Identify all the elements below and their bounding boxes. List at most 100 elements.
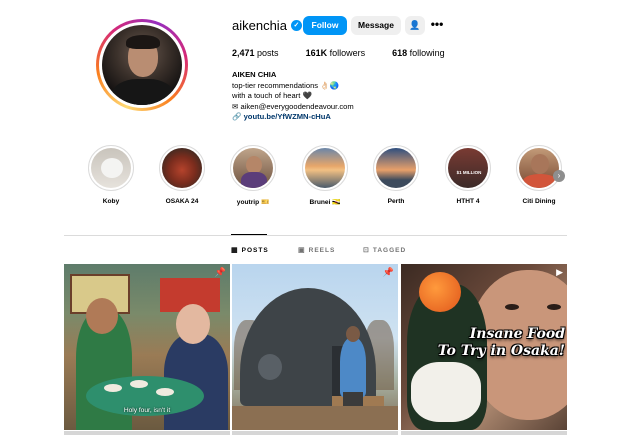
htht-cover-text: $1 MILLION bbox=[456, 170, 482, 175]
highlight-ring bbox=[159, 145, 205, 191]
verified-badge-icon: ✓ bbox=[290, 19, 302, 31]
card-shape bbox=[241, 172, 267, 188]
posts-count: 2,471 posts bbox=[232, 48, 279, 58]
highlight-cover bbox=[233, 148, 273, 188]
dog-shape bbox=[101, 158, 123, 178]
highlight-osaka-24[interactable]: OSAKA 24 bbox=[159, 145, 205, 205]
highlight-label: Koby bbox=[102, 198, 120, 205]
post-tile-next-row[interactable] bbox=[232, 431, 398, 435]
bio-line: top-tier recommendations 👌🏻🌏 bbox=[232, 80, 340, 90]
avatar-photo bbox=[102, 25, 182, 105]
highlight-ring bbox=[230, 145, 276, 191]
tab-tagged[interactable]: ⊡ TAGGED bbox=[363, 246, 407, 255]
post-title-line: Insane Food bbox=[469, 326, 565, 342]
highlight-cover bbox=[91, 148, 131, 188]
link-icon: 🔗 bbox=[232, 112, 244, 121]
person-head-shape bbox=[176, 304, 210, 344]
highlight-htht-4[interactable]: $1 MILLION HTHT 4 bbox=[445, 145, 491, 205]
tab-label: REELS bbox=[308, 246, 336, 254]
avatar-hair bbox=[126, 35, 160, 49]
highlight-cover bbox=[305, 148, 345, 188]
active-tab-indicator bbox=[231, 234, 267, 235]
pin-icon: 📌 bbox=[382, 267, 394, 277]
highlight-perth[interactable]: Perth bbox=[373, 145, 419, 205]
highlight-ring: $1 MILLION bbox=[445, 145, 491, 191]
suggested-users-button[interactable]: 👤 bbox=[405, 16, 425, 35]
grid-icon: ▦ bbox=[231, 247, 239, 254]
deck-shape bbox=[232, 406, 398, 430]
reel-icon: ▶ bbox=[556, 267, 563, 277]
follow-button[interactable]: Follow bbox=[303, 16, 347, 35]
username-row: aikenchia ✓ bbox=[232, 16, 302, 34]
tag-icon: ⊡ bbox=[363, 247, 370, 254]
highlight-youtrip[interactable]: youtrip 🎫 bbox=[230, 145, 276, 206]
tab-label: TAGGED bbox=[372, 246, 407, 254]
bio-line: with a touch of heart 🖤 bbox=[232, 91, 312, 100]
post-tile-next-row[interactable] bbox=[64, 431, 230, 435]
highlight-cover bbox=[519, 148, 559, 188]
followers-count[interactable]: 161K followers bbox=[306, 48, 366, 58]
profile-bio: AIKEN CHIA top-tier recommendations 👌🏻🌏 … bbox=[232, 70, 354, 123]
highlight-brunei[interactable]: Brunei 🇧🇳 bbox=[302, 145, 348, 206]
highlight-citi-dining[interactable]: Citi Dining bbox=[516, 145, 562, 205]
followers-count-value: 161K bbox=[305, 48, 328, 58]
post-tile-next-row[interactable] bbox=[401, 431, 567, 435]
reels-icon: ▣ bbox=[298, 247, 306, 254]
highlight-cover bbox=[376, 148, 416, 188]
more-options-icon[interactable]: ••• bbox=[429, 16, 445, 35]
following-count[interactable]: 618 following bbox=[392, 48, 445, 58]
avatar-shirt bbox=[112, 79, 174, 105]
post-tile[interactable]: Insane Food To Try in Osaka! ▶ bbox=[401, 264, 567, 430]
tab-reels[interactable]: ▣ REELS bbox=[298, 246, 336, 255]
rice-shape bbox=[411, 362, 481, 422]
username: aikenchia bbox=[232, 17, 287, 33]
pin-icon: 📌 bbox=[214, 267, 226, 277]
food-shape bbox=[523, 174, 557, 188]
tab-label: POSTS bbox=[241, 246, 269, 254]
highlight-ring bbox=[373, 145, 419, 191]
eye-shape bbox=[547, 304, 561, 310]
posts-count-value: 2,471 bbox=[232, 48, 255, 58]
post-title-overlay: Insane Food To Try in Osaka! bbox=[431, 326, 565, 360]
post-caption: Holy four, isn't it bbox=[123, 407, 171, 414]
highlight-label: Citi Dining bbox=[522, 198, 556, 205]
post-tile[interactable]: Holy four, isn't it 📌 bbox=[64, 264, 230, 430]
person-shape bbox=[340, 338, 366, 398]
tabs-divider bbox=[64, 235, 567, 236]
highlight-label: OSAKA 24 bbox=[165, 198, 199, 205]
plate-shape bbox=[130, 380, 148, 388]
add-user-icon: 👤 bbox=[409, 20, 421, 30]
highlight-label: youtrip 🎫 bbox=[236, 199, 270, 206]
highlight-ring bbox=[302, 145, 348, 191]
window-shape bbox=[258, 354, 282, 380]
highlight-koby[interactable]: Koby bbox=[88, 145, 134, 205]
person-head-shape bbox=[531, 154, 549, 174]
highlight-label: HTHT 4 bbox=[456, 198, 480, 205]
bio-email: ✉ aiken@everygoodendeavour.com bbox=[232, 101, 354, 111]
full-name: AIKEN CHIA bbox=[232, 70, 277, 79]
message-button[interactable]: Message bbox=[351, 16, 401, 35]
followers-count-label: followers bbox=[329, 48, 366, 58]
person-head-shape bbox=[346, 326, 360, 342]
posts-count-label: posts bbox=[257, 48, 279, 58]
highlights-next-icon[interactable]: › bbox=[553, 170, 565, 182]
avatar-inner bbox=[99, 22, 185, 108]
post-title-line: To Try in Osaka! bbox=[437, 343, 565, 359]
highlight-cover bbox=[162, 148, 202, 188]
following-count-label: following bbox=[409, 48, 445, 58]
eye-shape bbox=[505, 304, 519, 310]
roe-shape bbox=[419, 272, 461, 312]
plate-shape bbox=[104, 384, 122, 392]
post-tile[interactable]: 📌 bbox=[232, 264, 398, 430]
profile-stats: 2,471 posts 161K followers 618 following bbox=[232, 48, 472, 58]
bio-link[interactable]: 🔗 youtu.be/YfWZMN-cHuA bbox=[232, 112, 354, 123]
following-count-value: 618 bbox=[392, 48, 408, 58]
highlight-label: Perth bbox=[387, 198, 405, 205]
highlight-ring bbox=[516, 145, 562, 191]
tab-posts[interactable]: ▦ POSTS bbox=[231, 246, 269, 255]
person-head-shape bbox=[86, 298, 118, 334]
plate-shape bbox=[156, 388, 174, 396]
profile-avatar[interactable] bbox=[96, 19, 188, 111]
highlight-label: Brunei 🇧🇳 bbox=[309, 199, 341, 206]
highlight-ring bbox=[88, 145, 134, 191]
